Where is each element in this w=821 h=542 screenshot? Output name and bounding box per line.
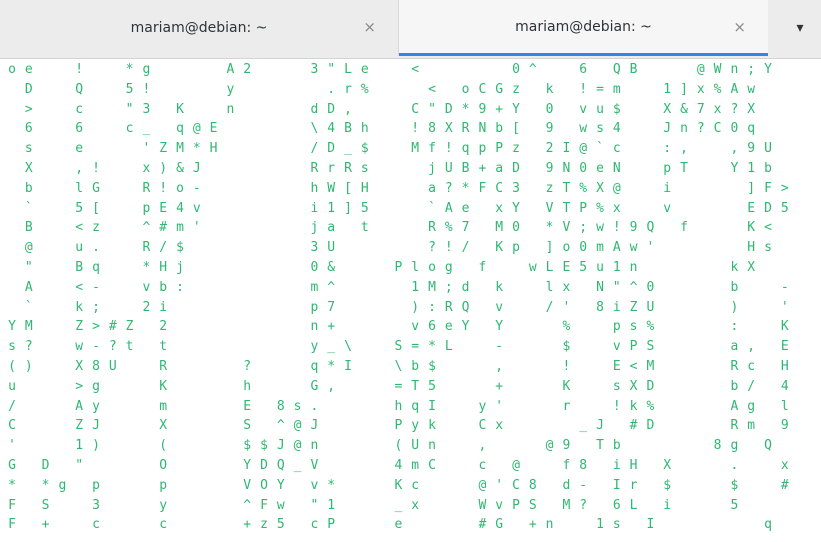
- terminal-view[interactable]: o e! * g A 2 3 " Le <0 ^ 6 Q B @ Wn; Y D Q 5! y. r% < o C Gz k! = m 1…: [0, 59, 821, 542]
- tab-terminal-2-active[interactable]: mariam@debian: ~ ×: [399, 0, 768, 56]
- close-icon[interactable]: ×: [363, 18, 376, 36]
- tab-bar: mariam@debian: ~ × mariam@debian: ~ × ▾: [0, 0, 821, 59]
- close-icon[interactable]: ×: [733, 18, 746, 36]
- tab-menu-chevron-down-icon[interactable]: ▾: [785, 16, 815, 40]
- tab-title: mariam@debian: ~: [515, 18, 652, 35]
- tab-title: mariam@debian: ~: [130, 20, 268, 36]
- tab-terminal-1[interactable]: mariam@debian: ~ ×: [0, 0, 399, 56]
